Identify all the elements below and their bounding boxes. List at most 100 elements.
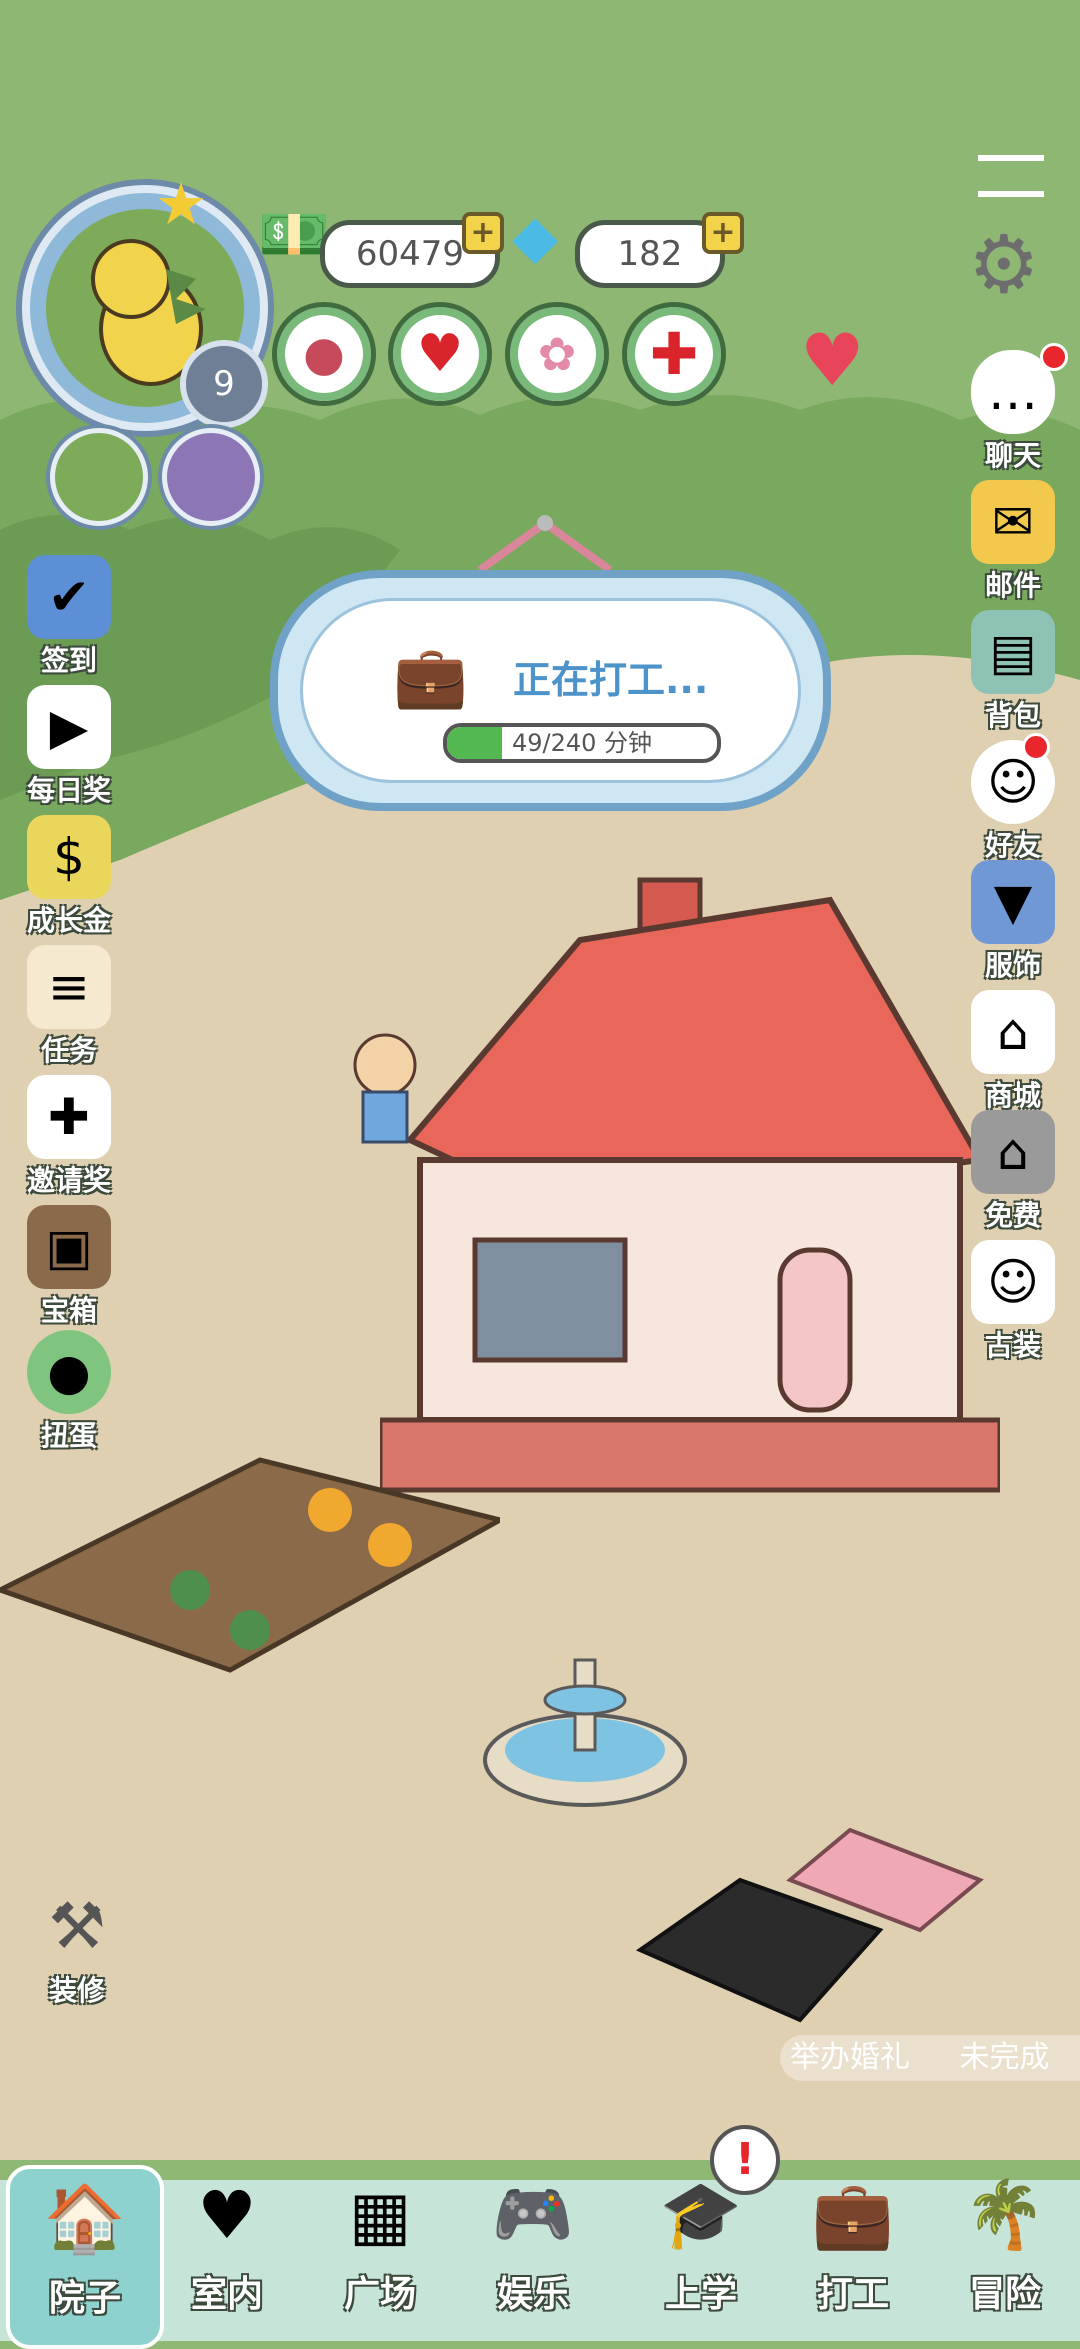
- tab-school-label: 上学: [664, 2274, 737, 2315]
- work-status-title: 正在打工...: [513, 658, 709, 702]
- checkin-button[interactable]: ✔ 签到: [14, 555, 124, 679]
- tab-yard-label: 院子: [48, 2278, 121, 2319]
- backpack-label: 背包: [984, 699, 1041, 732]
- tab-indoor-label: 室内: [190, 2274, 263, 2315]
- hammer-icon: ⚒: [48, 1890, 106, 1964]
- tab-plaza[interactable]: ▦ 广场: [305, 2165, 455, 2341]
- shop-label: 商城: [984, 1079, 1041, 1112]
- building-icon: ▦: [348, 2176, 412, 2254]
- tab-adventure-label: 冒险: [968, 2274, 1041, 2315]
- settings-gear-icon[interactable]: ⚙: [968, 225, 1040, 305]
- chat-label: 聊天: [984, 439, 1041, 472]
- mail-icon: ✉: [971, 480, 1055, 564]
- medical-stat[interactable]: ✚: [622, 302, 726, 406]
- friends-button[interactable]: ☺ 好友: [958, 740, 1068, 864]
- tasks-label: 任务: [40, 1034, 97, 1067]
- player-level-badge: 9: [180, 340, 268, 428]
- invite-reward-button[interactable]: ✚ 邀请奖: [14, 1075, 124, 1199]
- team-avatar-2[interactable]: [162, 428, 260, 526]
- meat-icon: ●: [303, 326, 345, 382]
- wedding-task-status: 未完成: [959, 2040, 1050, 2075]
- treasure-chest-button[interactable]: ▣ 宝箱: [14, 1205, 124, 1329]
- gacha-button[interactable]: ● 扭蛋: [14, 1330, 124, 1454]
- player-character[interactable]: [345, 1030, 425, 1160]
- costume-icon: ☺: [971, 1240, 1055, 1324]
- sofa-heart-icon: ♥: [197, 2176, 257, 2254]
- tab-entertainment[interactable]: 🎮 娱乐: [458, 2165, 608, 2341]
- diamond-value: 182: [617, 234, 683, 274]
- work-progress-text: 49/240 分钟: [511, 729, 653, 757]
- house-icon: ⌂: [971, 1110, 1055, 1194]
- player-level: 9: [213, 364, 235, 404]
- gacha-label: 扭蛋: [40, 1419, 97, 1452]
- shop-icon: ⌂: [971, 990, 1055, 1074]
- palm-tree-icon: 🌴: [963, 2176, 1047, 2253]
- tab-work-label: 打工: [816, 2274, 889, 2315]
- fountain[interactable]: [480, 1630, 690, 1810]
- tab-adventure[interactable]: 🌴 冒险: [930, 2165, 1080, 2341]
- working-status-panel[interactable]: 💼 正在打工... 49/240 分钟: [270, 570, 831, 811]
- diamond-icon: ◆: [512, 202, 559, 272]
- friends-notification-dot: [1022, 733, 1050, 761]
- shop-button[interactable]: ⌂ 商城: [958, 990, 1068, 1114]
- love-hearts-icon[interactable]: ♥: [800, 318, 865, 402]
- yard-house-icon: 🏠: [43, 2180, 127, 2257]
- treasure-chest-icon: ▣: [27, 1205, 111, 1289]
- brain-icon: ✿: [537, 327, 577, 381]
- clothing-button[interactable]: ▼ 服饰: [958, 860, 1068, 984]
- growth-fund-label: 成长金: [26, 904, 111, 937]
- school-alert-icon: !: [710, 2125, 780, 2195]
- checkin-label: 签到: [40, 644, 97, 677]
- costume-button[interactable]: ☺ 古装: [958, 1240, 1068, 1364]
- health-stat[interactable]: ♥: [388, 302, 492, 406]
- clothes-icon: ▼: [971, 860, 1055, 944]
- free-button[interactable]: ⌂ 免费: [958, 1110, 1068, 1234]
- renovate-label: 装修: [48, 1974, 105, 2007]
- team-avatar-1[interactable]: [50, 428, 148, 526]
- gamepad-icon: 🎮: [491, 2176, 575, 2253]
- free-label: 免费: [984, 1199, 1041, 1232]
- gacha-icon: ●: [27, 1330, 111, 1414]
- tab-entertainment-label: 娱乐: [496, 2274, 569, 2315]
- tasks-button[interactable]: ≡ 任务: [14, 945, 124, 1069]
- wedding-task-text: 举办婚礼: [790, 2040, 910, 2075]
- sign-hanger: [470, 515, 620, 575]
- invite-reward-label: 邀请奖: [26, 1164, 111, 1197]
- video-reward-icon: ▶: [27, 685, 111, 769]
- add-cash-button[interactable]: +: [462, 212, 504, 254]
- tab-work[interactable]: 💼 打工: [778, 2165, 928, 2341]
- chat-notification-dot: [1040, 343, 1068, 371]
- intelligence-stat[interactable]: ✿: [505, 302, 609, 406]
- renovate-button[interactable]: ⚒ 装修: [22, 1885, 132, 2009]
- daily-reward-label: 每日奖: [26, 774, 111, 807]
- mail-button[interactable]: ✉ 邮件: [958, 480, 1068, 604]
- briefcase-icon: 💼: [393, 642, 468, 712]
- cash-value: 60479: [355, 234, 465, 274]
- parked-cars[interactable]: [620, 1820, 1000, 2050]
- mail-label: 邮件: [984, 569, 1041, 602]
- briefcase-money-icon: 💼: [811, 2176, 895, 2253]
- tab-plaza-label: 广场: [343, 2274, 416, 2315]
- tab-yard[interactable]: 🏠 院子: [6, 2165, 164, 2349]
- treasure-chest-label: 宝箱: [40, 1294, 97, 1327]
- hunger-stat[interactable]: ●: [272, 302, 376, 406]
- work-progress-bar: 49/240 分钟: [443, 723, 721, 763]
- friends-label: 好友: [984, 829, 1041, 862]
- invite-icon: ✚: [27, 1075, 111, 1159]
- money-bag-icon: $: [27, 815, 111, 899]
- backpack-icon: ▤: [971, 610, 1055, 694]
- daily-reward-button[interactable]: ▶ 每日奖: [14, 685, 124, 809]
- wedding-task-hint[interactable]: 举办婚礼 未完成: [780, 2035, 1080, 2081]
- menu-icon[interactable]: [978, 155, 1044, 197]
- calendar-check-icon: ✔: [27, 555, 111, 639]
- backpack-button[interactable]: ▤ 背包: [958, 610, 1068, 734]
- task-list-icon: ≡: [27, 945, 111, 1029]
- cross-icon: ✚: [649, 320, 699, 388]
- clothing-label: 服饰: [984, 949, 1041, 982]
- heart-icon: ♥: [416, 324, 464, 384]
- tab-indoor[interactable]: ♥ 室内: [152, 2165, 302, 2341]
- add-diamond-button[interactable]: +: [702, 212, 744, 254]
- star-icon: ★: [155, 170, 207, 238]
- growth-fund-button[interactable]: $ 成长金: [14, 815, 124, 939]
- costume-label: 古装: [984, 1329, 1041, 1362]
